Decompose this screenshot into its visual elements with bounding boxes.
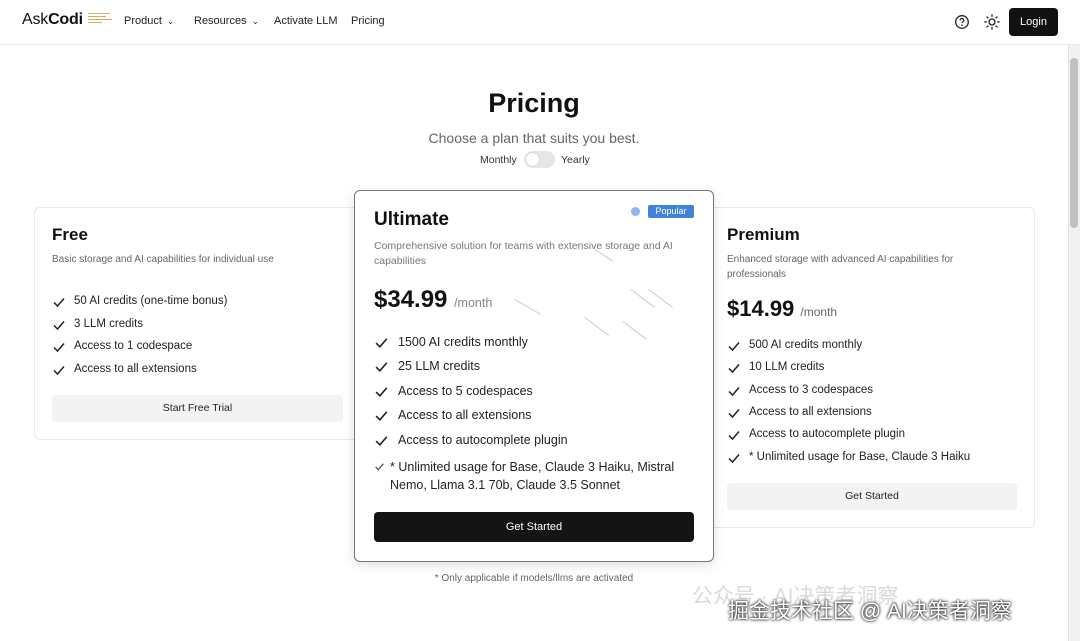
check-icon [374,359,389,379]
feature-text: * Unlimited usage for Base, Claude 3 Hai… [390,460,675,492]
popular-badge: Popular [648,205,694,218]
check-icon [52,295,66,314]
watermark-line-2: 掘金技术社区 @ AI决策者洞察 [728,600,1012,623]
feature-text: 500 AI credits monthly [749,339,863,351]
plan-card-premium: Premium Enhanced storage with advanced A… [708,207,1035,528]
popular-dot-icon [631,207,640,216]
check-icon [374,433,389,453]
decorative-streak [514,299,541,315]
login-button[interactable]: Login [1009,8,1058,36]
check-icon [52,363,66,382]
nav-resources[interactable]: Resources ⌄ [194,15,259,27]
feature-text: 50 AI credits (one-time bonus) [74,295,228,307]
check-icon [727,361,741,380]
logo-text-codi: Codi [48,11,83,28]
check-icon [727,339,741,358]
feature-text: Access to 1 codespace [74,340,193,352]
logo-text-ask: Ask [22,11,49,28]
plan-price: $34.99 /month [374,286,492,314]
nav-pricing[interactable]: Pricing [351,15,385,27]
ultimate-get-started-button[interactable]: Get Started [374,512,694,542]
plan-name: Ultimate [374,209,449,230]
feature-text: Access to 5 codespaces [398,384,533,398]
plan-description: Basic storage and AI capabilities for in… [52,254,274,265]
nav-activate-llm[interactable]: Activate LLM [274,15,338,27]
chevron-down-icon: ⌄ [166,16,175,26]
feature-text: Access to 3 codespaces [749,384,874,396]
plan-name: Premium [727,225,800,244]
feature-text: Access to autocomplete plugin [398,433,568,447]
page-subtitle: Choose a plan that suits you best. [428,130,640,146]
feature-text: Access to all extensions [749,406,872,418]
feature-text: 10 LLM credits [749,361,825,373]
plan-name: Free [52,225,88,244]
check-icon [374,408,389,428]
nav-product[interactable]: Product ⌄ [124,15,174,27]
price-amount: $14.99 [727,296,795,321]
decorative-streak [622,321,647,340]
check-icon [727,406,741,425]
plan-card-free: Free Basic storage and AI capabilities f… [34,207,360,440]
logo-mark-icon [88,13,114,27]
premium-get-started-button[interactable]: Get Started [727,483,1017,510]
feature-text: Access to autocomplete plugin [749,428,905,440]
price-period: /month [454,296,493,310]
sun-icon[interactable] [983,13,1001,31]
check-icon [727,428,741,447]
price-amount: $34.99 [374,286,448,313]
nav-product-label: Product [124,15,162,27]
check-icon [374,459,385,477]
plan-price: $14.99 /month [727,296,837,322]
billing-toggle-switch[interactable] [524,151,555,168]
scrollbar-thumb[interactable] [1070,58,1078,228]
start-free-trial-button[interactable]: Start Free Trial [52,395,343,422]
price-period: /month [800,305,838,319]
check-icon [52,340,66,359]
nav-resources-label: Resources [194,15,247,27]
check-icon [374,335,389,355]
monthly-label[interactable]: Monthly [480,154,517,166]
decorative-streak [584,317,609,336]
feature-text: * Unlimited usage for Base, Claude 3 Hai… [749,451,971,463]
footnote: * Only applicable if models/llms are act… [434,573,634,584]
feature-text: 1500 AI credits monthly [398,335,528,349]
check-icon [727,451,741,470]
yearly-label[interactable]: Yearly [561,154,590,166]
feature-text: Access to all extensions [74,363,197,375]
plan-description: Comprehensive solution for teams with ex… [374,240,673,268]
check-icon [52,318,66,337]
logo[interactable]: AskCodi [22,11,83,29]
question-circle-icon[interactable] [953,13,971,31]
feature-text: 3 LLM credits [74,318,144,330]
plan-description: Enhanced storage with advanced AI capabi… [727,254,954,280]
top-navbar: AskCodi Product ⌄ Resources ⌄ Activate LLM… [0,0,1080,45]
feature-text: Access to all extensions [398,408,532,422]
chevron-down-icon: ⌄ [251,16,260,26]
page-title: Pricing [488,88,580,118]
check-icon [374,384,389,404]
check-icon [727,384,741,403]
feature-text: 25 LLM credits [398,359,480,373]
plan-card-ultimate: Popular Ultimate Comprehensive solution … [354,190,714,562]
